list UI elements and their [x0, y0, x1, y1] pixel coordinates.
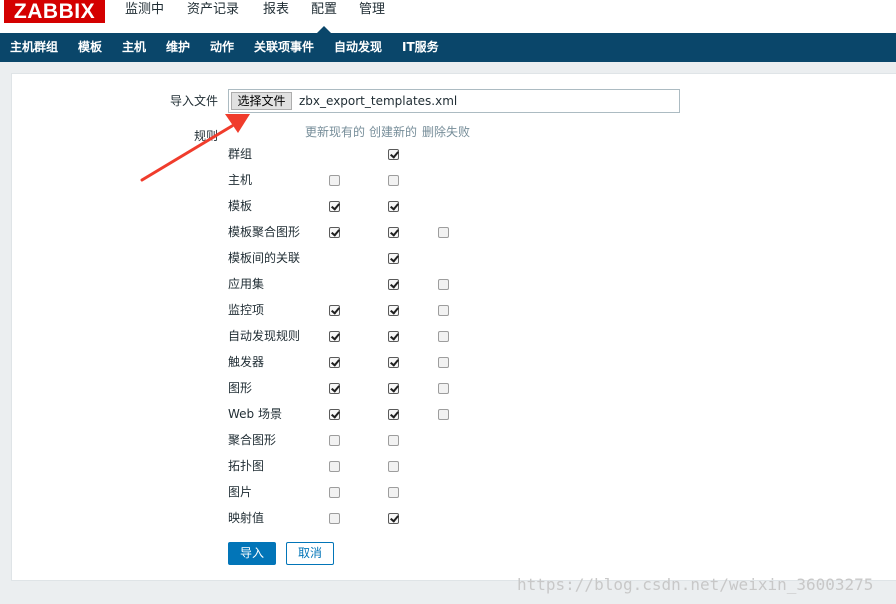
arrow-shaft: [140, 124, 234, 182]
watermark: https://blog.csdn.net/weixin_36003275: [517, 575, 874, 594]
annotation-arrow: [140, 114, 250, 182]
arrow-head: [225, 114, 250, 133]
